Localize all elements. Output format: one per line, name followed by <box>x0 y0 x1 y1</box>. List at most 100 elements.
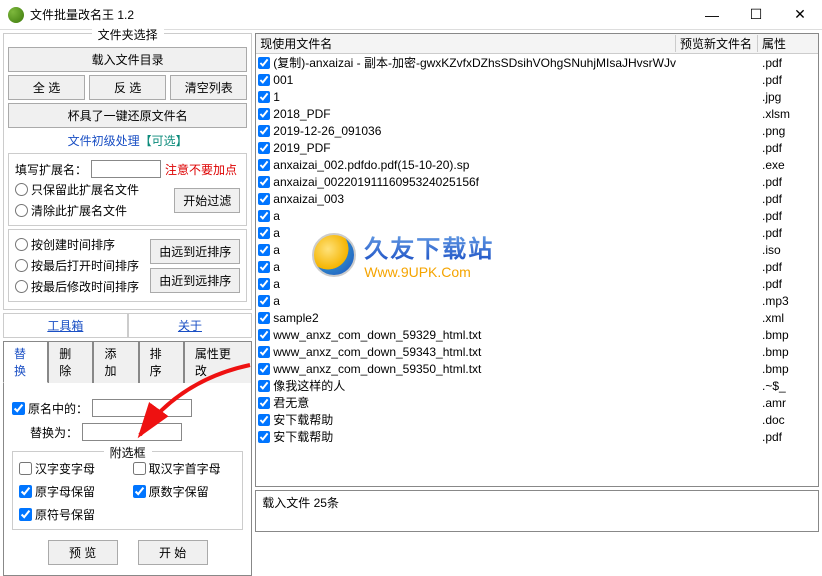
row-checkbox[interactable] <box>258 329 270 341</box>
table-row[interactable]: www_anxz_com_down_59350_html.txt.bmp <box>256 360 818 377</box>
tab-sort[interactable]: 排序 <box>139 341 184 383</box>
close-button[interactable]: ✕ <box>778 1 822 29</box>
tab-replace[interactable]: 替换 <box>3 341 48 383</box>
hanzi-initial-check[interactable]: 取汉字首字母 <box>133 460 237 477</box>
right-panel: 现使用文件名 预览新文件名 属性 (复制)-anxaizai - 副本-加密-g… <box>255 33 819 532</box>
table-row[interactable]: anxaizai_003.pdf <box>256 190 818 207</box>
folder-select-group: 文件夹选择 载入文件目录 全 选 反 选 清空列表 杯具了一键还原文件名 文件初… <box>3 33 252 310</box>
tab-add[interactable]: 添加 <box>93 341 138 383</box>
load-dir-button[interactable]: 载入文件目录 <box>8 47 247 72</box>
select-all-button[interactable]: 全 选 <box>8 75 85 100</box>
table-row[interactable]: 2019_PDF.pdf <box>256 139 818 156</box>
row-checkbox[interactable] <box>258 431 270 443</box>
row-checkbox[interactable] <box>258 91 270 103</box>
row-checkbox[interactable] <box>258 261 270 273</box>
file-name: anxaizai_003 <box>273 192 344 206</box>
row-checkbox[interactable] <box>258 397 270 409</box>
table-row[interactable]: a.pdf <box>256 207 818 224</box>
row-checkbox[interactable] <box>258 414 270 426</box>
file-name: www_anxz_com_down_59329_html.txt <box>273 328 481 342</box>
row-checkbox[interactable] <box>258 193 270 205</box>
col-current-name[interactable]: 现使用文件名 <box>256 35 676 52</box>
file-ext: .pdf <box>758 226 818 240</box>
table-row[interactable]: anxaizai_002.pdfdo.pdf(15-10-20).sp.exe <box>256 156 818 173</box>
table-row[interactable]: 安下载帮助.doc <box>256 411 818 428</box>
list-body[interactable]: (复制)-anxaizai - 副本-加密-gwxKZvfxDZhsSDsihV… <box>256 54 818 486</box>
table-row[interactable]: a.pdf <box>256 224 818 241</box>
file-ext: .png <box>758 124 818 138</box>
ext-input[interactable] <box>91 160 161 178</box>
table-row[interactable]: 001.pdf <box>256 71 818 88</box>
table-row[interactable]: a.iso <box>256 241 818 258</box>
near-to-far-button[interactable]: 由近到远排序 <box>150 268 240 293</box>
file-ext: .pdf <box>758 209 818 223</box>
in-name-input[interactable] <box>92 399 192 417</box>
table-row[interactable]: 君无意.amr <box>256 394 818 411</box>
row-checkbox[interactable] <box>258 312 270 324</box>
preview-button[interactable]: 预 览 <box>48 540 118 565</box>
table-row[interactable]: 1.jpg <box>256 88 818 105</box>
keep-letters-check[interactable]: 原字母保留 <box>19 483 123 500</box>
table-row[interactable]: a.pdf <box>256 258 818 275</box>
row-checkbox[interactable] <box>258 176 270 188</box>
row-checkbox[interactable] <box>258 227 270 239</box>
tab-delete[interactable]: 删除 <box>48 341 93 383</box>
table-row[interactable]: 安下载帮助.pdf <box>256 428 818 445</box>
restore-button[interactable]: 杯具了一键还原文件名 <box>8 103 247 128</box>
app-icon <box>8 7 24 23</box>
minimize-button[interactable]: — <box>690 1 734 29</box>
row-checkbox[interactable] <box>258 125 270 137</box>
clear-list-button[interactable]: 清空列表 <box>170 75 247 100</box>
row-checkbox[interactable] <box>258 57 270 69</box>
far-to-near-button[interactable]: 由远到近排序 <box>150 239 240 264</box>
table-row[interactable]: 像我这样的人.~$_ <box>256 377 818 394</box>
col-ext[interactable]: 属性 <box>758 35 818 52</box>
table-row[interactable]: (复制)-anxaizai - 副本-加密-gwxKZvfxDZhsSDsihV… <box>256 54 818 71</box>
table-row[interactable]: www_anxz_com_down_59329_html.txt .bmp <box>256 326 818 343</box>
status-box: 载入文件 25条 <box>255 490 819 532</box>
table-row[interactable]: 2018_PDF.xlsm <box>256 105 818 122</box>
invert-select-button[interactable]: 反 选 <box>89 75 166 100</box>
table-row[interactable]: a.mp3 <box>256 292 818 309</box>
sort-modify-radio[interactable]: 按最后修改时间排序 <box>15 278 144 295</box>
keep-digits-check[interactable]: 原数字保留 <box>133 483 237 500</box>
tab-attr[interactable]: 属性更改 <box>184 341 252 383</box>
row-checkbox[interactable] <box>258 278 270 290</box>
row-checkbox[interactable] <box>258 363 270 375</box>
keep-ext-radio[interactable]: 只保留此扩展名文件 <box>15 181 168 198</box>
sort-open-radio[interactable]: 按最后打开时间排序 <box>15 257 144 274</box>
col-preview-name[interactable]: 预览新文件名 <box>676 35 758 52</box>
toolbox-link[interactable]: 工具箱 <box>3 313 128 338</box>
row-checkbox[interactable] <box>258 210 270 222</box>
tabs-header: 替换 删除 添加 排序 属性更改 <box>3 340 252 383</box>
maximize-button[interactable]: ☐ <box>734 1 778 29</box>
row-checkbox[interactable] <box>258 244 270 256</box>
list-header: 现使用文件名 预览新文件名 属性 <box>256 34 818 54</box>
keep-symbols-check[interactable]: 原符号保留 <box>19 506 123 523</box>
table-row[interactable]: a.pdf <box>256 275 818 292</box>
file-ext: .bmp <box>758 328 818 342</box>
replace-with-input[interactable] <box>82 423 182 441</box>
row-checkbox[interactable] <box>258 74 270 86</box>
file-name: 2019-12-26_091036 <box>273 124 381 138</box>
table-row[interactable]: anxaizai_00220191116095324025156f.pdf <box>256 173 818 190</box>
table-row[interactable]: 2019-12-26_091036 .png <box>256 122 818 139</box>
file-name: 安下载帮助 <box>273 411 333 428</box>
row-checkbox[interactable] <box>258 295 270 307</box>
start-button[interactable]: 开 始 <box>138 540 208 565</box>
in-name-check[interactable]: 原名中的： <box>12 400 88 417</box>
row-checkbox[interactable] <box>258 380 270 392</box>
row-checkbox[interactable] <box>258 346 270 358</box>
row-checkbox[interactable] <box>258 159 270 171</box>
ext-warn: 注意不要加点 <box>165 161 237 178</box>
table-row[interactable]: www_anxz_com_down_59343_html.txt.bmp <box>256 343 818 360</box>
row-checkbox[interactable] <box>258 142 270 154</box>
table-row[interactable]: sample2.xml <box>256 309 818 326</box>
row-checkbox[interactable] <box>258 108 270 120</box>
hanzi-letter-check[interactable]: 汉字变字母 <box>19 460 123 477</box>
about-link[interactable]: 关于 <box>128 313 253 338</box>
start-filter-button[interactable]: 开始过滤 <box>174 188 240 213</box>
sort-create-radio[interactable]: 按创建时间排序 <box>15 236 144 253</box>
file-name: 001 <box>273 73 293 87</box>
remove-ext-radio[interactable]: 清除此扩展名文件 <box>15 202 168 219</box>
